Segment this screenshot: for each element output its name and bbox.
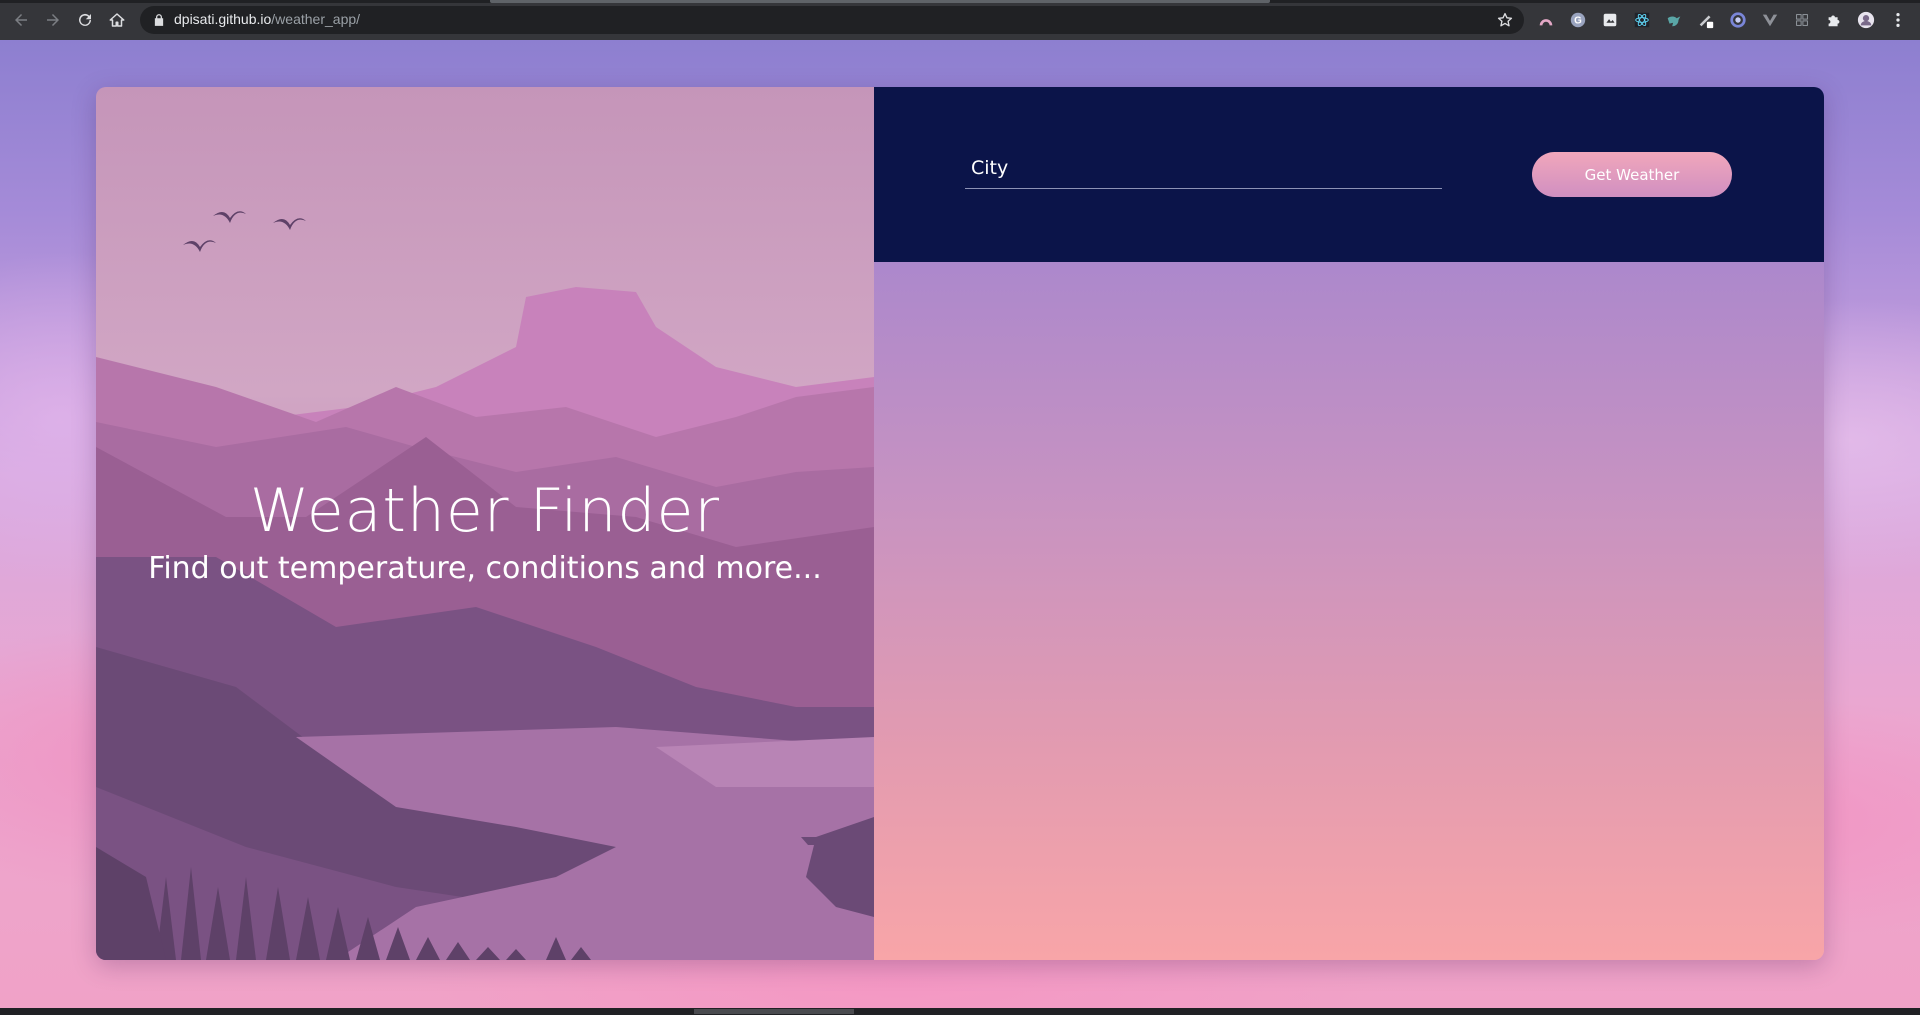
puzzle-extensions-icon[interactable] xyxy=(1824,10,1844,30)
circle-extension-icon[interactable] xyxy=(1728,10,1748,30)
city-input[interactable] xyxy=(965,147,1442,189)
weather-results-area xyxy=(874,262,1824,960)
profile-avatar-icon[interactable] xyxy=(1856,10,1876,30)
arrow-left-icon xyxy=(15,14,27,26)
reload-icon xyxy=(79,13,91,26)
page-subtitle: Find out temperature, conditions and mor… xyxy=(148,551,822,586)
page-title: Weather Finder xyxy=(249,476,721,546)
menu-kebab-icon[interactable] xyxy=(1888,10,1908,30)
grammarly-extension-icon[interactable]: G xyxy=(1568,10,1588,30)
get-weather-button[interactable]: Get Weather xyxy=(1532,152,1732,197)
weather-app-card: Weather Finder Find out temperature, con… xyxy=(96,87,1824,960)
arc-extension-icon[interactable] xyxy=(1536,10,1556,30)
screenshot-extension-icon[interactable] xyxy=(1600,10,1620,30)
home-button[interactable] xyxy=(105,8,129,32)
hero-heading-group: Weather Finder Find out temperature, con… xyxy=(96,475,874,589)
url-host: dpisati.github.io xyxy=(174,11,272,27)
svg-text:G: G xyxy=(1574,16,1582,27)
home-icon xyxy=(109,13,125,27)
page-background: Weather Finder Find out temperature, con… xyxy=(0,40,1920,1008)
url-path: /weather_app/ xyxy=(271,11,361,27)
back-button[interactable] xyxy=(9,8,33,32)
bird-extension-icon[interactable] xyxy=(1664,10,1684,30)
tab-strip xyxy=(490,0,1270,3)
hero-panel: Weather Finder Find out temperature, con… xyxy=(96,87,874,960)
react-devtools-extension-icon[interactable] xyxy=(1632,10,1652,30)
pen-extension-icon[interactable] xyxy=(1696,10,1716,30)
tab-strip-edge xyxy=(0,0,1920,3)
grid-extension-icon[interactable] xyxy=(1792,10,1812,30)
weather-panel: Get Weather xyxy=(874,87,1824,960)
url-text: dpisati.github.io/weather_app/ xyxy=(174,11,360,27)
bookmark-star-icon[interactable] xyxy=(1496,11,1514,29)
reload-button[interactable] xyxy=(73,8,97,32)
horizontal-scrollbar[interactable] xyxy=(694,1009,854,1014)
address-bar[interactable]: dpisati.github.io/weather_app/ xyxy=(140,6,1524,34)
vue-devtools-extension-icon[interactable] xyxy=(1760,10,1780,30)
forward-button[interactable] xyxy=(41,8,65,32)
lock-icon xyxy=(154,14,164,26)
browser-toolbar: dpisati.github.io/weather_app/ G xyxy=(0,0,1920,40)
arrow-right-icon xyxy=(47,14,59,26)
window-bottom-edge xyxy=(0,1008,1920,1015)
search-form: Get Weather xyxy=(874,87,1824,262)
